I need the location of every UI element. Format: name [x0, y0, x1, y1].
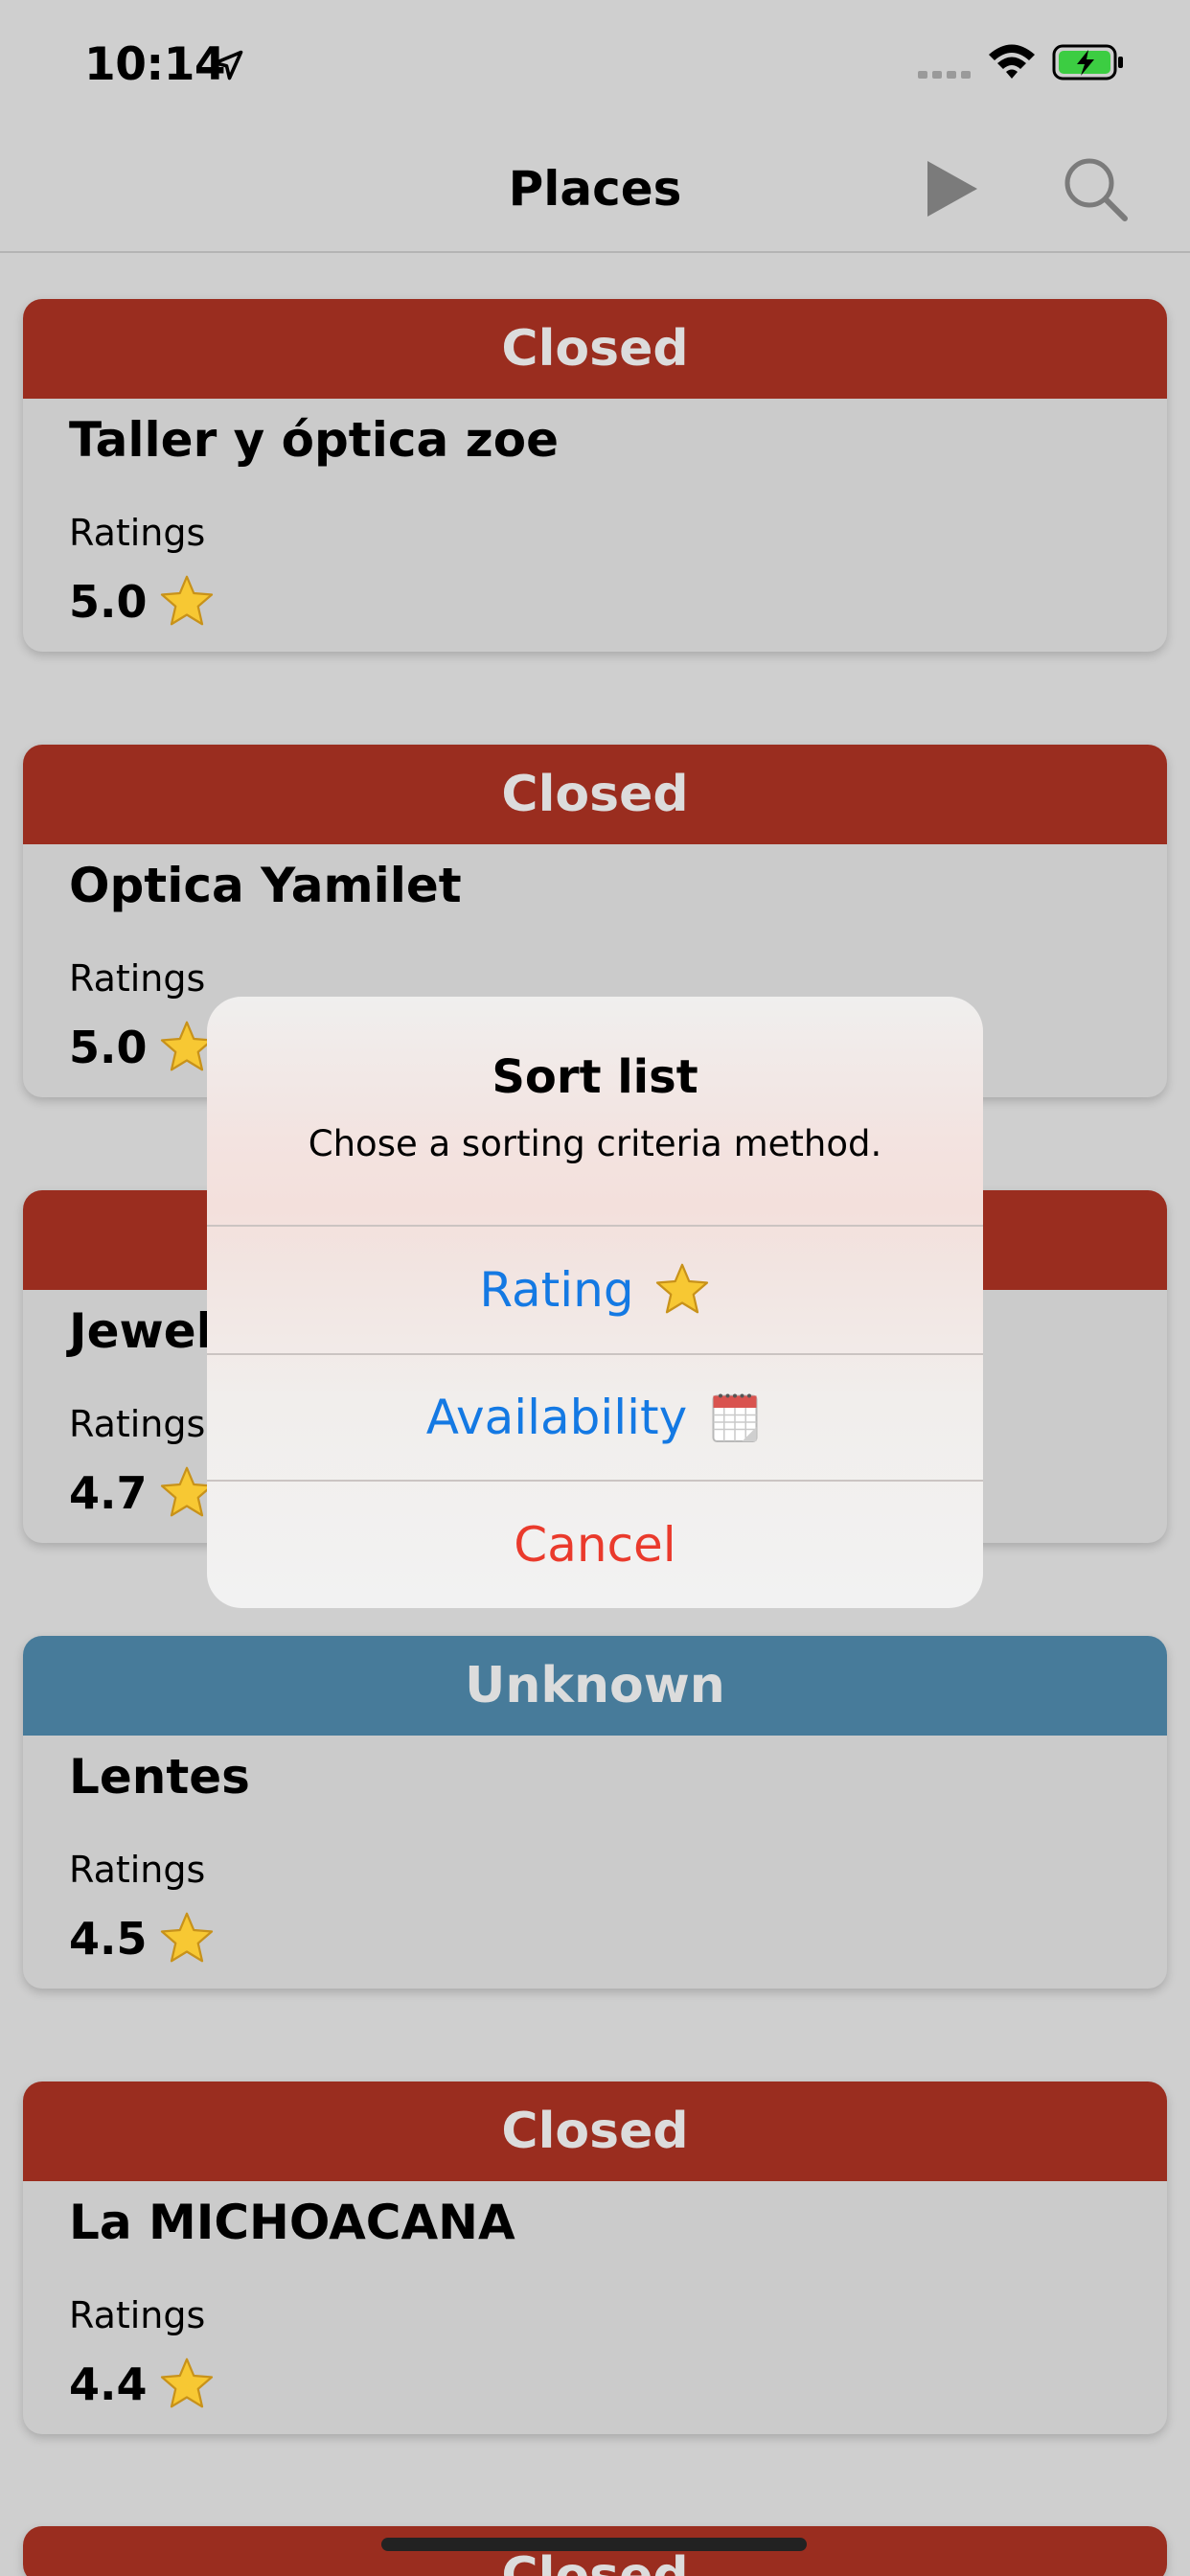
place-name: Optica Yamilet: [69, 858, 462, 913]
ratings-label: Ratings: [69, 1849, 206, 1891]
battery-charging-icon: [1052, 44, 1123, 80]
status-banner: Closed: [23, 299, 1167, 399]
play-icon[interactable]: [920, 157, 983, 220]
star-icon: [160, 1912, 213, 1963]
place-card[interactable]: Closed La MICHOACANA Ratings 4.4: [23, 2082, 1167, 2434]
location-arrow-icon: [213, 50, 243, 80]
star-icon: [160, 2358, 213, 2408]
rating-value: 4.4: [69, 2358, 148, 2410]
rating-row: 4.5: [69, 1910, 217, 1967]
ratings-label: Ratings: [69, 2294, 206, 2336]
place-card[interactable]: Closed: [23, 2526, 1167, 2576]
calendar-icon: [712, 1393, 758, 1442]
rating-row: 4.7: [69, 1464, 217, 1522]
place-name: Taller y óptica zoe: [69, 412, 559, 468]
action-label: Rating: [479, 1262, 634, 1318]
cellular-signal-icon: [918, 71, 971, 79]
rating-value: 4.5: [69, 1913, 148, 1965]
place-card[interactable]: Unknown Lentes Ratings 4.5: [23, 1636, 1167, 1989]
ratings-label: Ratings: [69, 957, 206, 1000]
rating-row: 4.4: [69, 2356, 217, 2413]
place-name: Jewel: [69, 1303, 213, 1359]
status-banner: Closed: [23, 745, 1167, 844]
navigation-bar: Places: [0, 126, 1190, 253]
status-banner: Closed: [23, 2082, 1167, 2181]
ratings-label: Ratings: [69, 512, 206, 554]
ratings-label: Ratings: [69, 1403, 206, 1445]
nav-title: Places: [508, 161, 682, 217]
star-icon: [160, 575, 213, 626]
sort-by-availability-button[interactable]: Availability: [207, 1355, 983, 1480]
status-banner: Unknown: [23, 1636, 1167, 1736]
status-time: 10:14: [84, 38, 226, 91]
rating-value: 5.0: [69, 576, 148, 628]
place-name: La MICHOACANA: [69, 2195, 515, 2250]
place-name: Lentes: [69, 1749, 250, 1805]
search-icon[interactable]: [1062, 155, 1129, 222]
rating-value: 5.0: [69, 1022, 148, 1073]
rating-value: 4.7: [69, 1467, 148, 1519]
wifi-icon: [989, 44, 1035, 79]
rating-row: 5.0: [69, 573, 217, 631]
action-label: Availability: [425, 1390, 688, 1445]
alert-title: Sort list: [492, 1050, 698, 1104]
cancel-button[interactable]: Cancel: [207, 1482, 983, 1608]
star-icon: [655, 1263, 708, 1314]
home-indicator[interactable]: [381, 2538, 807, 2551]
status-bar: 10:14: [0, 0, 1190, 126]
action-label: Cancel: [514, 1517, 676, 1573]
status-banner: Closed: [23, 2526, 1167, 2576]
place-card[interactable]: Closed Taller y óptica zoe Ratings 5.0: [23, 299, 1167, 652]
rating-row: 5.0: [69, 1019, 217, 1076]
alert-message: Chose a sorting criteria method.: [308, 1123, 882, 1164]
sort-by-rating-button[interactable]: Rating: [207, 1227, 983, 1353]
sort-alert-dialog: Sort list Chose a sorting criteria metho…: [207, 997, 983, 1608]
